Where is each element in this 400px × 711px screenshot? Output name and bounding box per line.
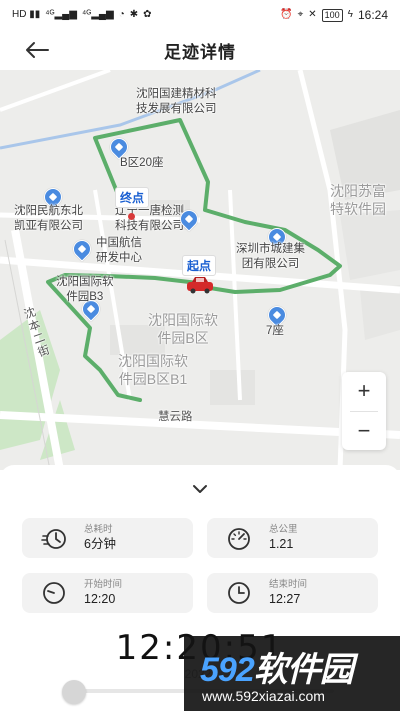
arrow-left-icon [26, 42, 49, 58]
clock-icon [223, 577, 255, 609]
timer-icon [38, 522, 70, 554]
map-label: 辽宁一唐检测 科技有限公司 [115, 205, 184, 232]
stat-label: 总耗时 [84, 524, 113, 535]
watermark-text: 软件园 [253, 651, 354, 689]
charging-icon: ϟ [347, 9, 353, 20]
end-point-marker[interactable] [128, 213, 135, 220]
stat-card-distance: 总公里 1.21 [207, 518, 378, 558]
hd-signal-icon: HD ▮▮ [12, 9, 41, 20]
stat-card-end-time: 结束时间 12:27 [207, 573, 378, 613]
alarm-icon: ⏰ [280, 9, 293, 20]
wifi-icon: ◔ [118, 9, 125, 20]
map-label: 沈阳国建精材科 技发展有限公司 [136, 88, 217, 115]
back-button[interactable] [20, 36, 54, 64]
stat-card-duration: 总耗时 6分钟 [22, 518, 193, 558]
clock-icon [38, 577, 70, 609]
map-label: 沈阳国际软 件园B3 [56, 276, 114, 303]
status-time: 16:24 [357, 8, 388, 22]
map-label: 沈阳国际软 件园B区B1 [118, 353, 188, 387]
stat-value: 12:20 [84, 592, 116, 606]
map-label: 深圳市城建集 团有限公司 [236, 243, 305, 270]
zoom-in-button[interactable]: + [342, 372, 386, 411]
stat-label: 开始时间 [84, 579, 123, 590]
status-left: HD ▮▮ ⁴ᴳ▂▄▆ ⁴ᴳ▂▄▆ ◔ ✱ ✿ [12, 10, 152, 20]
cell-signal-icon: ⁴ᴳ▂▄▆ [45, 9, 77, 20]
silent-icon: ✕ [308, 9, 317, 20]
map-label: 沈阳国际软 件园B区 [148, 312, 218, 346]
zoom-control: + − [342, 372, 386, 450]
map-label: 沈阳苏富 特软件园 [330, 183, 386, 217]
map-label: B区20座 [120, 157, 164, 169]
end-point-label: 终点 [115, 187, 150, 208]
watermark-url: www.592xiazai.com [202, 688, 325, 704]
stat-value: 6分钟 [84, 537, 116, 551]
route-map[interactable]: 沈阳国建精材科 技发展有限公司 B区20座 沈阳民航东北 凯亚有限公司 辽宁一唐检测… [0, 70, 400, 470]
playback-slider-handle[interactable] [62, 680, 86, 704]
car-icon[interactable] [186, 276, 214, 294]
zoom-out-button[interactable]: − [342, 412, 386, 451]
notification-icon: ✱ [129, 9, 139, 20]
location-icon: ⌖ [297, 9, 304, 20]
status-right: ⏰ ⌖ ✕ 100 ϟ 16:24 [280, 8, 388, 22]
notification-icon: ✿ [143, 9, 152, 20]
stat-label: 总公里 [269, 524, 298, 535]
watermark-logo: 592软件园 www.592xiazai.com [184, 636, 400, 711]
stat-label: 结束时间 [269, 579, 308, 590]
cell-signal-icon: ⁴ᴳ▂▄▆ [81, 9, 114, 20]
map-label: 沈阳民航东北 凯亚有限公司 [14, 205, 83, 232]
status-bar: HD ▮▮ ⁴ᴳ▂▄▆ ⁴ᴳ▂▄▆ ◔ ✱ ✿ ⏰ ⌖ ✕ 100 ϟ 16:2… [0, 0, 400, 30]
collapse-button[interactable] [188, 479, 212, 499]
header: 足迹详情 [0, 30, 400, 70]
page-title: 足迹详情 [164, 42, 236, 62]
watermark-number: 592 [200, 651, 255, 689]
stat-value: 1.21 [269, 537, 294, 551]
map-label: 中国航信 研发中心 [96, 237, 142, 264]
start-point-label: 起点 [182, 255, 217, 276]
road-label: 慧云路 [158, 411, 193, 423]
stat-value: 12:27 [269, 592, 301, 606]
stat-card-start-time: 开始时间 12:20 [22, 573, 193, 613]
battery-indicator: 100 [321, 8, 343, 22]
map-label: 7座 [266, 325, 284, 337]
speedometer-icon [223, 522, 255, 554]
chevron-down-icon [193, 485, 207, 493]
